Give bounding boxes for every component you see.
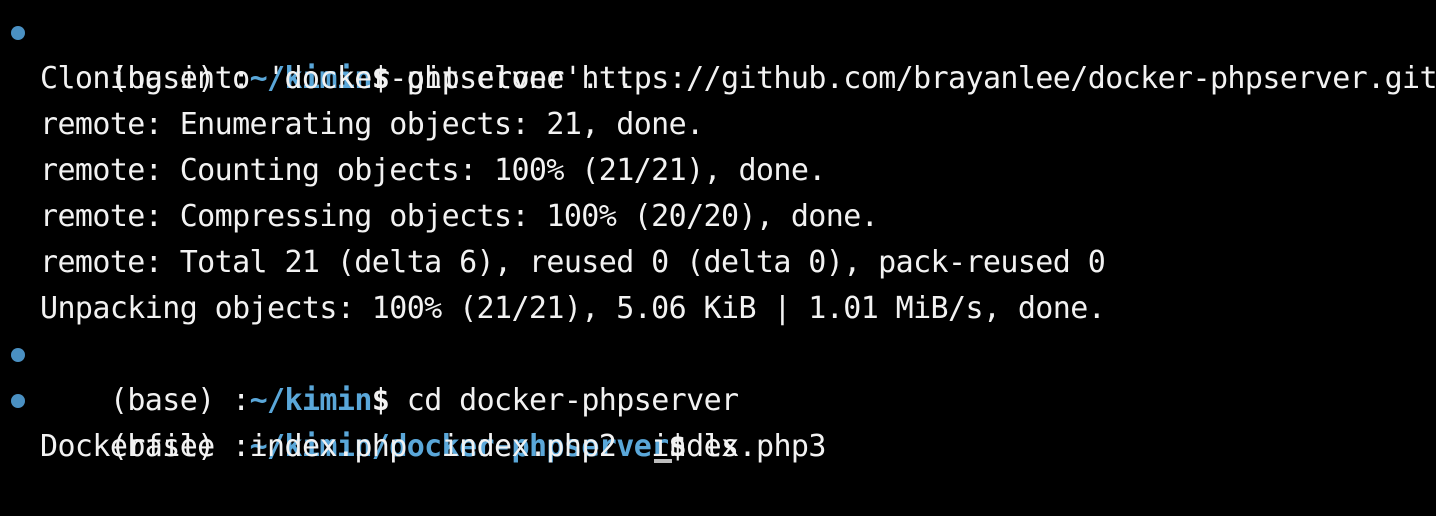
output-line: remote: Compressing objects: 100% (20/20… — [40, 199, 879, 234]
terminal-cursor — [654, 459, 672, 463]
output-line: Cloning into 'docker-phpserver'... — [40, 61, 634, 96]
circle-dot-icon[interactable] — [11, 348, 25, 362]
output-line: remote: Enumerating objects: 21, done. — [40, 107, 704, 142]
output-line: remote: Counting objects: 100% (21/21), … — [40, 153, 826, 188]
prompt-line: (base) :~/kimin$ git clone https://githu… — [0, 10, 1436, 96]
output-line: Unpacking objects: 100% (21/21), 5.06 Ki… — [40, 291, 1106, 326]
circle-dot-icon[interactable] — [11, 394, 25, 408]
file-name: Dockerfile — [40, 429, 215, 464]
circle-dot-icon[interactable] — [11, 26, 25, 40]
terminal-window[interactable]: (base) :~/kimin$ git clone https://githu… — [0, 10, 1436, 470]
prompt-line: (base) :~/kimin/docker-phpserver$ ls — [0, 378, 1436, 464]
file-name: index.php3 — [651, 429, 826, 464]
prompt-line: (base) :~/kimin$ cd docker-phpserver — [0, 332, 1436, 418]
output-line: remote: Total 21 (delta 6), reused 0 (de… — [40, 245, 1106, 280]
ls-output-line: Dockerfile index.php index.php2 index.ph… — [0, 424, 1436, 470]
file-name: index.php — [249, 429, 408, 464]
file-name: index.php2 — [441, 429, 617, 464]
